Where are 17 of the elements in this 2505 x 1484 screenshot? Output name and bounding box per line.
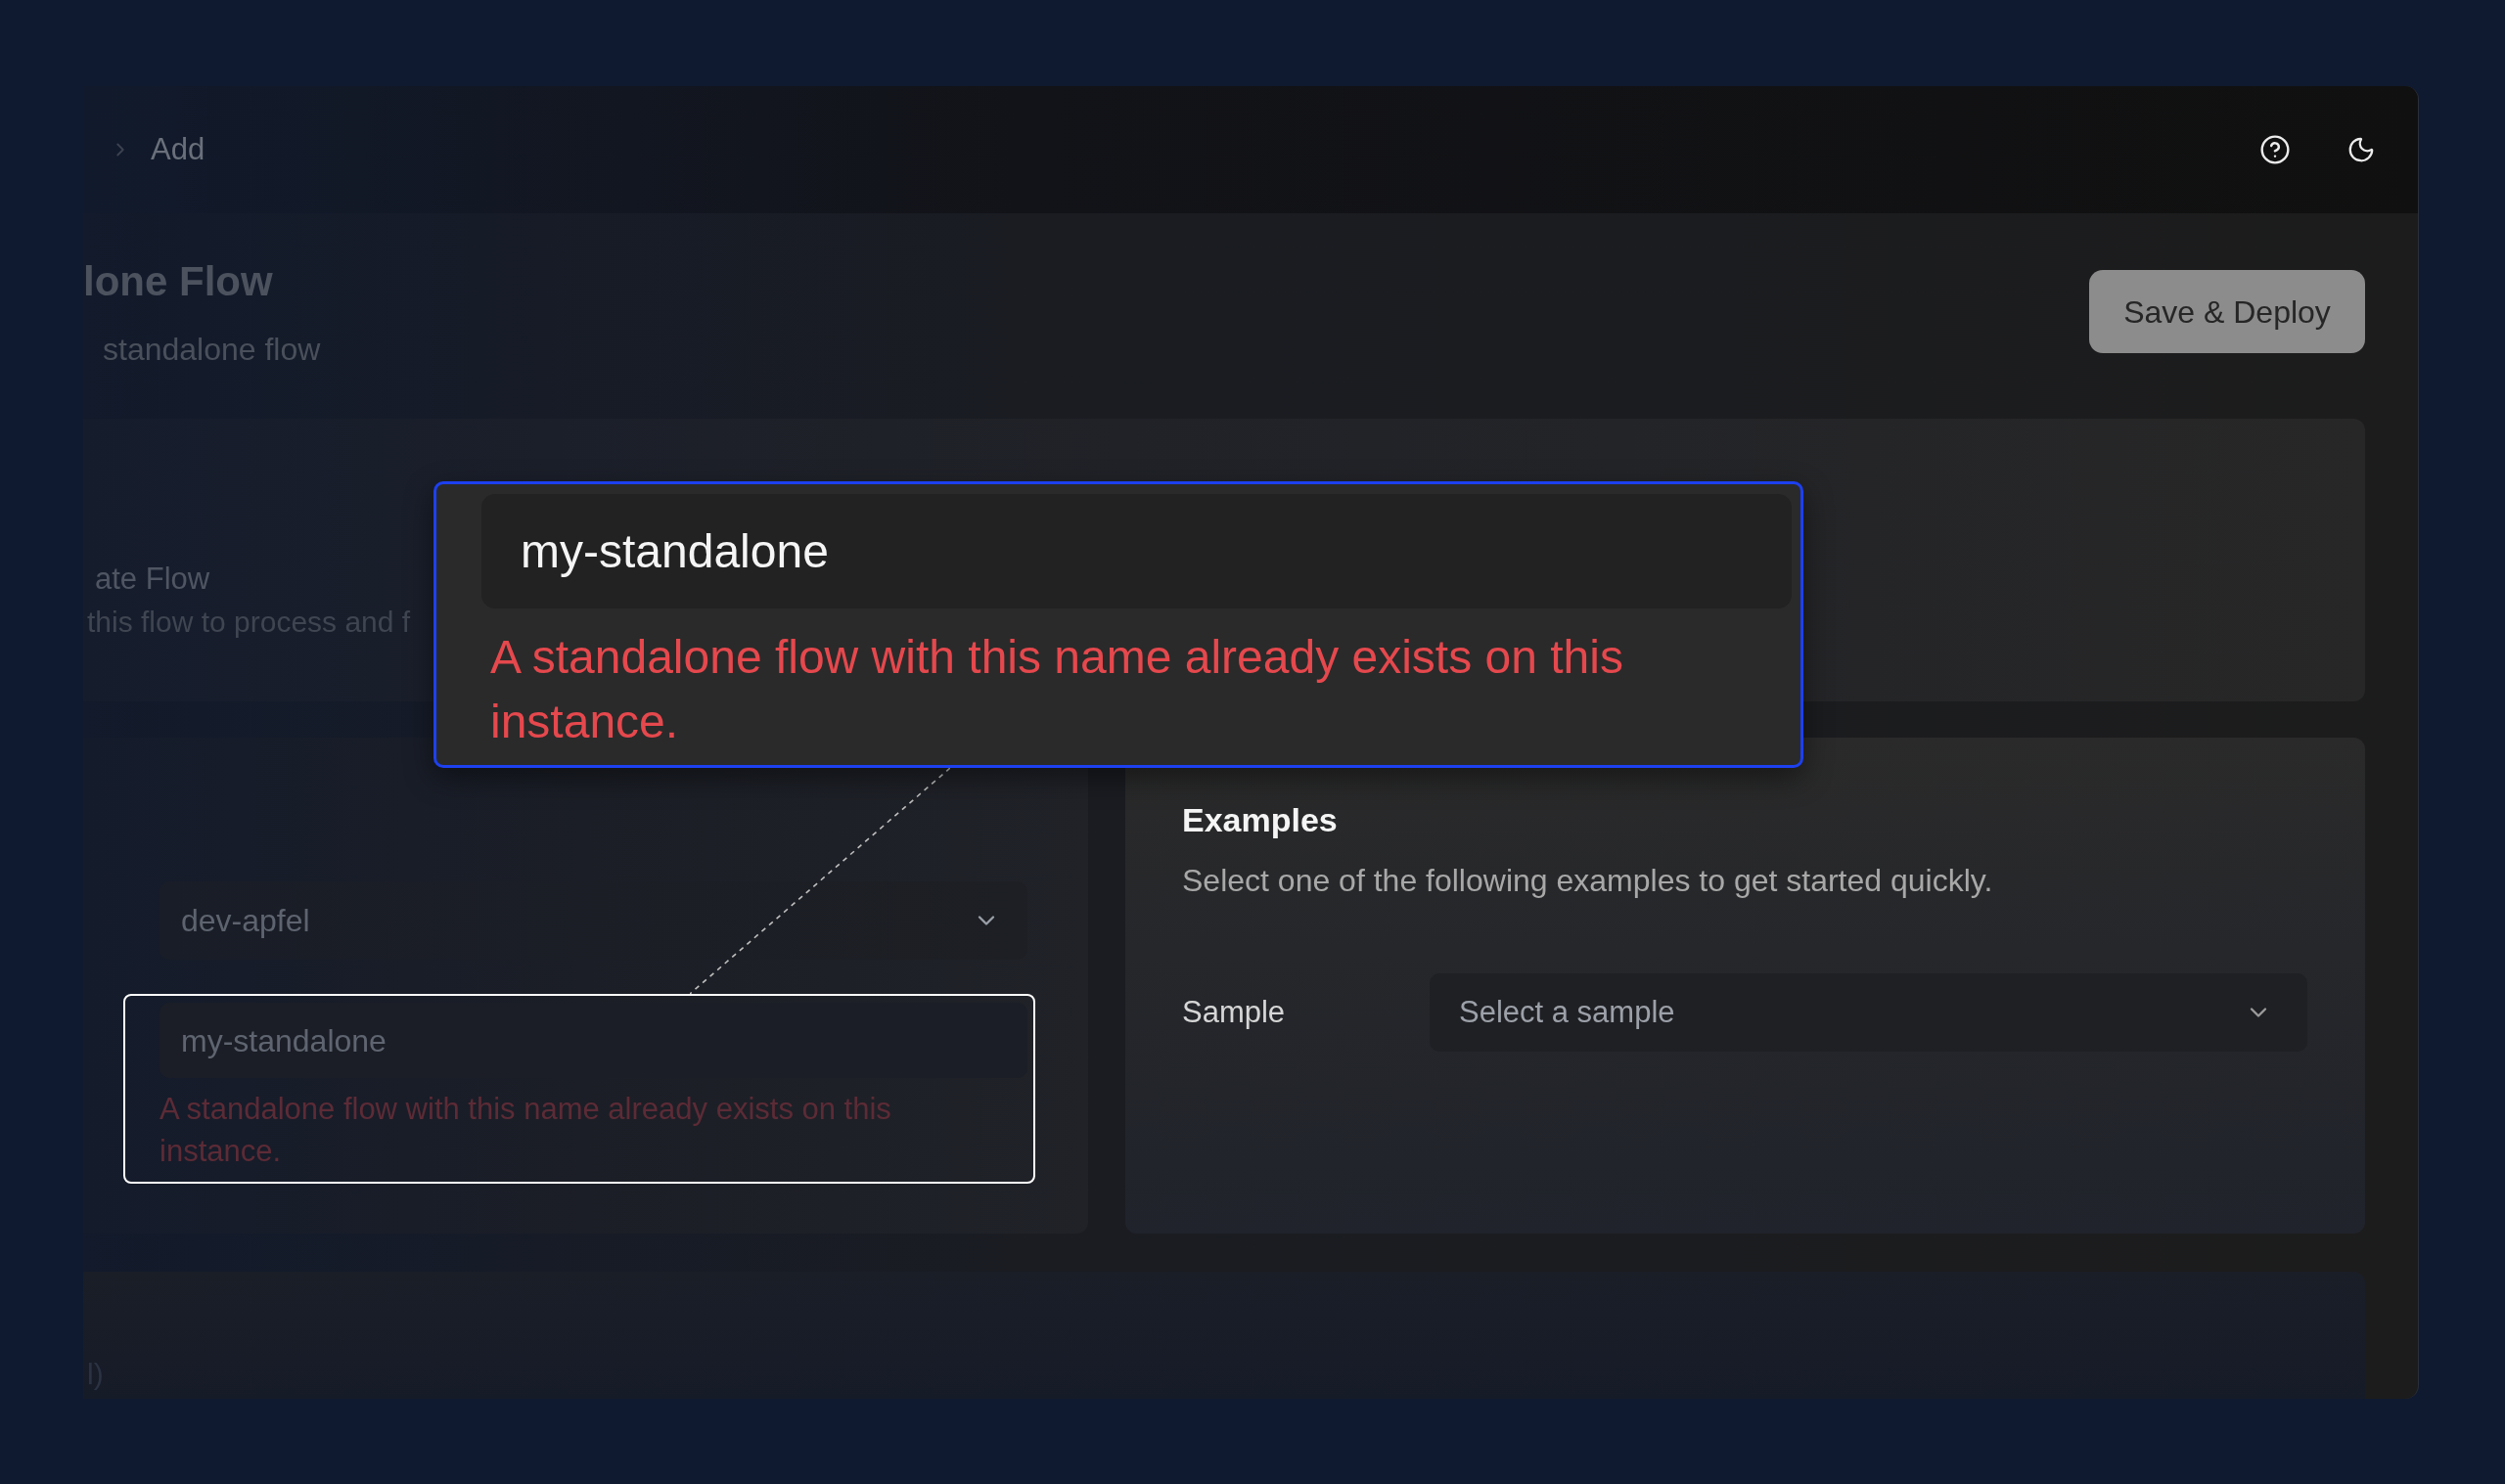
instance-select[interactable]: dev-apfel: [159, 881, 1027, 960]
moon-icon[interactable]: [2346, 135, 2376, 164]
page-title: lone Flow: [83, 259, 273, 304]
select-value: dev-apfel: [181, 902, 311, 940]
examples-title: Examples: [1182, 800, 1338, 839]
error-message: A standalone flow with this name already exists on this instance.: [159, 1091, 892, 1170]
examples-description: Select one of the following examples to get started quickly.: [1182, 863, 1993, 898]
select-placeholder: Select a sample: [1459, 993, 1676, 1031]
name-input[interactable]: my-standalone: [159, 1003, 1027, 1078]
sample-select[interactable]: Select a sample: [1430, 973, 2307, 1052]
card-title: ate Flow: [95, 562, 210, 597]
sample-label: Sample: [1182, 993, 1287, 1031]
breadcrumb-link[interactable]: Add: [151, 126, 205, 173]
save-deploy-button[interactable]: Save & Deploy: [2089, 270, 2365, 353]
name-input[interactable]: my-standalone: [481, 494, 1792, 608]
help-icon[interactable]: [2259, 134, 2291, 165]
error-message: A standalone flow with this name already exists on this instance.: [490, 630, 1624, 749]
